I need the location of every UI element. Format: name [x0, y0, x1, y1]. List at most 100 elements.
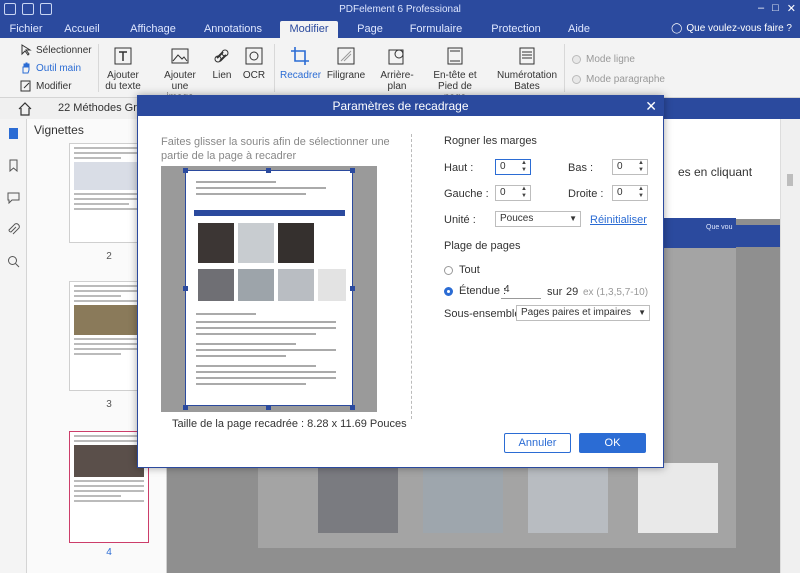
spinner-arrows-icon[interactable]: ▲ ▼ — [520, 160, 528, 174]
crop-handle[interactable] — [183, 168, 188, 173]
tab-formulaire[interactable]: Formulaire — [404, 21, 468, 38]
spinner-arrows-icon[interactable]: ▲ ▼ — [520, 186, 528, 200]
left-margin-input[interactable]: 0 ▲ ▼ — [495, 185, 531, 201]
spinner-arrows-icon[interactable]: ▲ ▼ — [637, 160, 645, 174]
tab-page[interactable]: Page — [350, 21, 390, 38]
help-search-label: Que voulez-vous faire ? — [686, 23, 792, 34]
range-custom-radio — [444, 286, 453, 296]
bottom-margin-label: Bas : — [568, 162, 594, 174]
scrollbar-thumb[interactable] — [787, 174, 793, 186]
crop-handle[interactable] — [350, 405, 355, 410]
search-icon[interactable] — [7, 255, 20, 268]
preview-page — [185, 170, 353, 406]
tab-aide[interactable]: Aide — [562, 21, 596, 38]
watermark-button[interactable]: Filigrane — [326, 46, 366, 81]
document-small-text: Que vou — [706, 224, 733, 231]
reset-link[interactable]: Réinitialiser — [590, 214, 647, 226]
document-tab[interactable]: 22 Méthodes Grat — [50, 98, 150, 119]
paragraph-mode-option[interactable]: Mode paragraphe — [572, 74, 665, 85]
spinner-arrows-icon[interactable]: ▲ ▼ — [637, 186, 645, 200]
lightbulb-icon: ◯ — [671, 23, 683, 34]
hand-tool[interactable]: Outil main — [20, 62, 81, 74]
crop-button[interactable]: Recadrer — [280, 46, 321, 81]
line-mode-option[interactable]: Mode ligne — [572, 54, 635, 65]
ok-button[interactable]: OK — [579, 433, 646, 453]
background-label: Arrière-plan — [380, 70, 414, 92]
ocr-label: OCR — [242, 70, 266, 81]
tab-fichier[interactable]: Fichier — [2, 21, 50, 38]
close-window-icon[interactable]: ✕ — [787, 2, 796, 15]
thumbnails-icon[interactable] — [7, 127, 20, 140]
unit-label: Unité : — [444, 214, 476, 226]
total-pages: 29 — [566, 286, 579, 298]
edit-icon — [20, 80, 31, 92]
close-icon[interactable]: ✕ — [645, 98, 657, 114]
background-button[interactable]: Arrière-plan — [372, 46, 422, 92]
top-margin-input[interactable]: 0 ▲ ▼ — [495, 159, 531, 175]
bates-numbering-icon — [519, 47, 535, 65]
select-tool[interactable]: Sélectionner — [20, 44, 92, 56]
unit-select[interactable]: Pouces ▼ — [495, 211, 581, 227]
add-text-label-1: Ajouter — [107, 70, 139, 81]
crop-handle[interactable] — [183, 286, 188, 291]
tab-accueil[interactable]: Accueil — [56, 21, 108, 38]
line-mode-label: Mode ligne — [586, 54, 635, 65]
background-icon — [388, 49, 404, 65]
bottom-margin-value: 0 — [617, 161, 623, 172]
ocr-button[interactable]: OCR — [240, 46, 268, 81]
bookmark-icon[interactable] — [7, 159, 20, 172]
select-tool-label: Sélectionner — [36, 44, 92, 56]
tab-protection[interactable]: Protection — [484, 21, 548, 38]
minimize-icon[interactable]: – — [758, 2, 764, 15]
bottom-margin-input[interactable]: 0 ▲ ▼ — [612, 159, 648, 175]
maximize-icon[interactable]: □ — [772, 2, 779, 15]
cropped-page-size: Taille de la page recadrée : 8.28 x 11.6… — [172, 418, 407, 430]
crop-handle[interactable] — [266, 405, 271, 410]
attachment-icon[interactable] — [7, 223, 20, 236]
cancel-button[interactable]: Annuler — [504, 433, 571, 453]
bates-button[interactable]: Numérotation Bates — [496, 46, 558, 92]
tab-modifier[interactable]: Modifier — [280, 21, 338, 38]
range-all-label: Tout — [459, 264, 480, 276]
line-mode-radio — [572, 55, 581, 64]
edit-tool[interactable]: Modifier — [20, 80, 72, 92]
ribbon-divider — [564, 44, 565, 92]
unit-select-value: Pouces — [500, 213, 534, 224]
ribbon-divider — [274, 44, 275, 92]
dialog-divider — [411, 134, 412, 419]
home-tab[interactable] — [0, 98, 50, 119]
range-all-option[interactable]: Tout — [444, 264, 480, 276]
subset-select[interactable]: Pages paires et impaires ▼ — [516, 305, 650, 321]
crop-preview[interactable] — [161, 166, 377, 412]
tab-affichage[interactable]: Affichage — [122, 21, 184, 38]
home-icon — [18, 101, 32, 116]
chevron-down-icon: ▼ — [569, 214, 577, 223]
right-margin-input[interactable]: 0 ▲ ▼ — [612, 185, 648, 201]
link-button[interactable]: Lien — [208, 46, 236, 81]
tab-annotations[interactable]: Annotations — [198, 21, 268, 38]
header-footer-label-1: En-tête et — [433, 70, 477, 81]
vertical-scrollbar[interactable] — [780, 119, 800, 573]
ribbon-divider — [98, 44, 99, 92]
document-text: es en cliquant — [678, 165, 753, 179]
text-box-icon — [114, 47, 132, 65]
ocr-icon — [245, 47, 263, 65]
thumbnail-page-number: 4 — [106, 547, 112, 558]
document-page: es en cliquant — [660, 119, 780, 247]
comment-icon[interactable] — [7, 191, 20, 204]
range-custom-label: Étendue : — [459, 285, 507, 297]
right-margin-value: 0 — [617, 187, 623, 198]
range-input[interactable]: 4 — [501, 283, 541, 299]
range-custom-option[interactable]: Étendue : — [444, 285, 506, 297]
crop-handle[interactable] — [350, 168, 355, 173]
crop-handle[interactable] — [350, 286, 355, 291]
subset-label: Sous-ensemble : — [444, 308, 527, 320]
left-margin-label: Gauche : — [444, 188, 489, 200]
crop-hint-text: Faites glisser la souris afin de sélecti… — [161, 136, 390, 162]
add-text-button[interactable]: Ajouter du texte — [104, 46, 142, 92]
crop-handle[interactable] — [183, 405, 188, 410]
thumbnail-panel-title: Vignettes — [34, 123, 84, 137]
dialog-title: Paramètres de recadrage — [138, 96, 663, 116]
crop-handle[interactable] — [266, 168, 271, 173]
help-search[interactable]: ◯ Que voulez-vous faire ? — [671, 23, 792, 34]
